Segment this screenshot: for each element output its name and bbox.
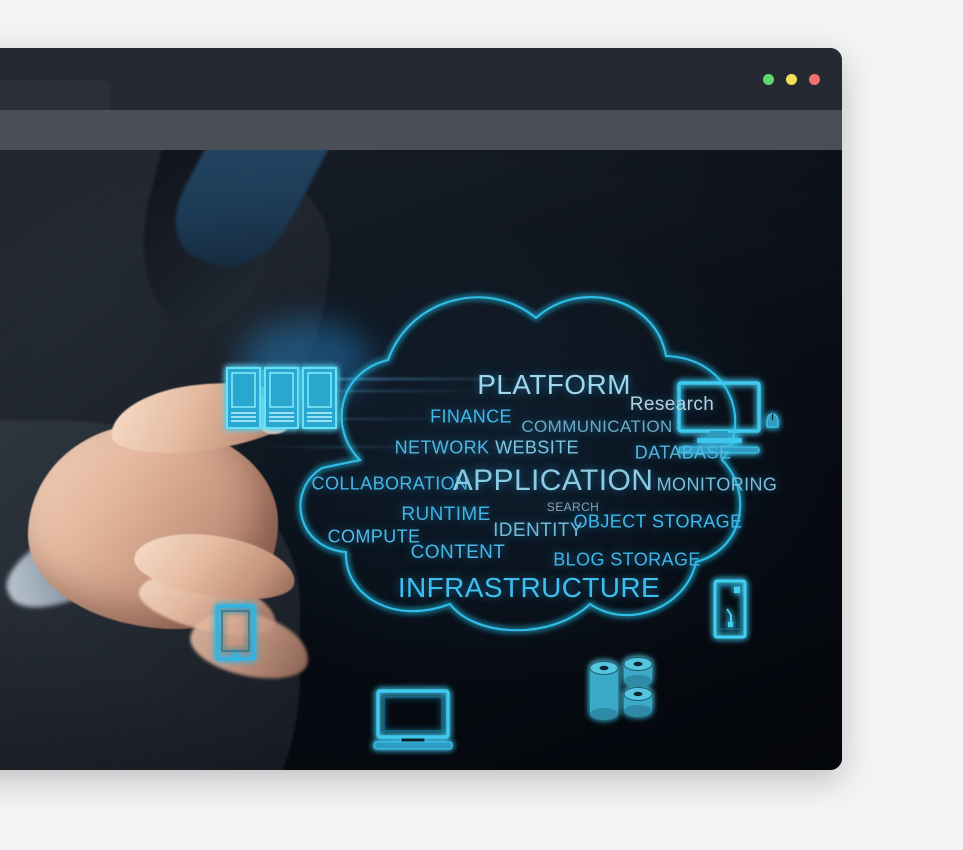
screen: PLATFORM Research FINANCE COMMUNICATION NETW… <box>0 0 963 850</box>
minimize-button[interactable] <box>763 74 774 85</box>
address-bar-input[interactable] <box>0 110 842 150</box>
window-controls <box>763 74 820 85</box>
maximize-button[interactable] <box>786 74 797 85</box>
browser-window: PLATFORM Research FINANCE COMMUNICATION NETW… <box>0 48 842 770</box>
tab-strip <box>0 80 842 110</box>
pointing-hand <box>18 371 316 688</box>
light-beam <box>240 390 490 392</box>
light-glow <box>240 320 370 400</box>
light-beam <box>260 446 460 448</box>
browser-toolbar <box>0 110 842 150</box>
hero-photo <box>0 150 842 770</box>
page-viewport: PLATFORM Research FINANCE COMMUNICATION NETW… <box>0 150 842 770</box>
browser-titlebar[interactable] <box>0 48 842 110</box>
close-button[interactable] <box>809 74 820 85</box>
light-beam <box>210 378 530 380</box>
light-beam <box>240 418 470 420</box>
browser-tab[interactable] <box>0 80 110 110</box>
